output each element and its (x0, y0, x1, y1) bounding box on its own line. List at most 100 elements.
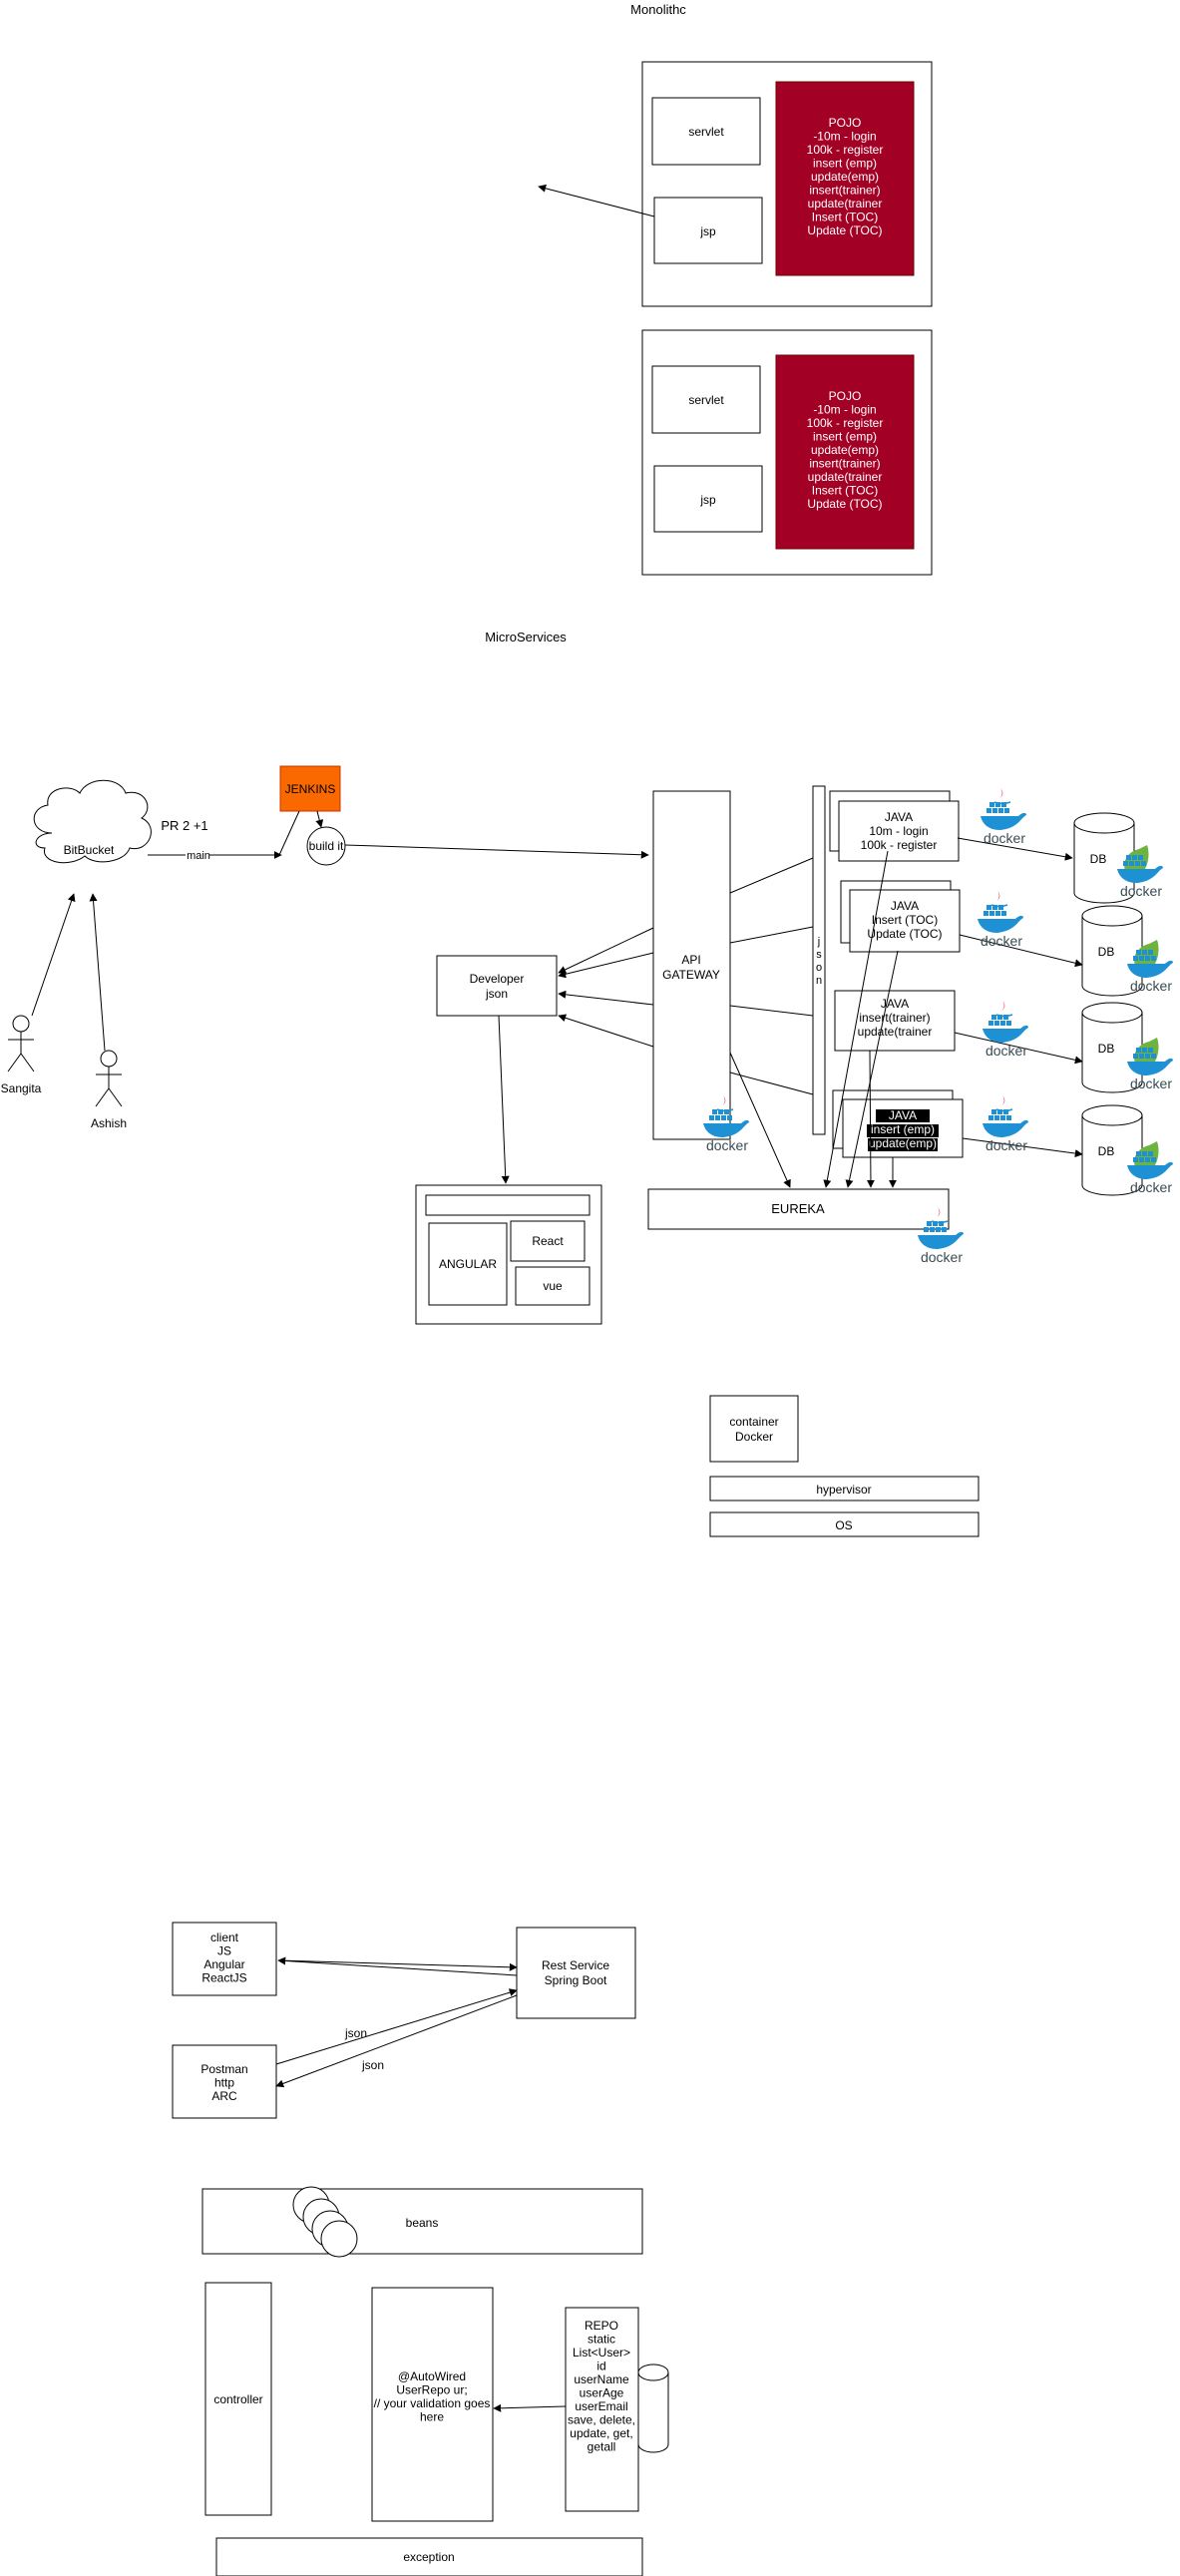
postman-rest-arrow (275, 1988, 518, 2065)
service-login[interactable]: JAVA 10m - login 100k - register (829, 790, 960, 862)
microservices-title: MicroServices (485, 630, 567, 644)
pojo-text-2: POJO -10m - login 100k - register insert (e… (807, 389, 884, 511)
pojo2-line-3: insert (emp) (813, 430, 877, 444)
pojo1-line-1: -10m - login (813, 130, 876, 144)
service-toc[interactable]: JAVA Insert (TOC) Update (TOC) (840, 880, 961, 953)
jsp-label-2: jsp (699, 493, 716, 507)
autowired-line-1: UserRepo ur; (396, 2383, 467, 2397)
pojo2-line-1: -10m - login (813, 403, 876, 417)
repo-line-10: save, delete, (568, 2413, 635, 2427)
docker-logo-svc1-word: docker (983, 830, 1025, 846)
docker-logo-svc3: docker (983, 1001, 1028, 1059)
gw-dev-arrow-1 (558, 927, 654, 974)
client-line-2: Angular (203, 1957, 244, 1971)
ui-frameworks-box[interactable]: ANGULAR React vue (415, 1184, 602, 1325)
pojo1-line-6: update(trainer (808, 197, 883, 211)
gw-svc-line-4 (729, 1072, 814, 1095)
pojo2-line-7: Insert (TOC) (812, 484, 878, 498)
developer-line-1: Developer (470, 972, 525, 986)
repo-line-1: static (588, 2333, 615, 2347)
db-label-0: DB (1090, 852, 1107, 866)
repo-line-0: REPO (585, 2319, 618, 2333)
build-label: build it (309, 839, 344, 853)
docker-logo-svc4-word: docker (985, 1137, 1027, 1153)
docker-logo-svc1: docker (981, 788, 1026, 846)
repo-line-4: id (596, 2360, 605, 2373)
actor-ashish[interactable] (95, 1050, 123, 1107)
eureka-label: EUREKA (771, 1201, 825, 1216)
pojo2-line-4: update(emp) (811, 443, 879, 457)
service1-line-1: Insert (TOC) (872, 913, 938, 927)
rest-postman-arrow (275, 1994, 518, 2088)
monolith-block-1[interactable]: servlet jsp POJO -10m - login 100k - regis… (641, 61, 933, 307)
svc-eureka-arrow-3 (866, 1050, 875, 1188)
autowired-line-0: @AutoWired (398, 2369, 466, 2383)
jsp-arrow (538, 184, 655, 217)
repo-cylinder (637, 2363, 669, 2453)
actor-ashish-label: Ashish (91, 1116, 127, 1130)
bitbucket-cloud[interactable]: BitBucket (33, 779, 152, 864)
main-label: main (187, 850, 210, 862)
repo-line-7: userEmail (575, 2399, 627, 2413)
build-to-gateway-arrow (344, 844, 649, 859)
service1-line-2: Update (TOC) (867, 927, 942, 941)
service0-line-1: 10m - login (869, 824, 928, 838)
pr-label: PR 2 +1 (161, 818, 207, 833)
rest-client-arrow (277, 1956, 518, 1976)
developer-box[interactable] (436, 955, 558, 1017)
repo-line-11: update, get, (570, 2426, 632, 2440)
json-label-2: json (361, 2058, 384, 2072)
service-emp[interactable]: JAVA insert (emp) update(emp) (832, 1089, 964, 1158)
pojo2-line-2: 100k - register (807, 416, 884, 430)
gw-svc-line-1 (729, 857, 814, 894)
autowired-line-3: // your validation goes (374, 2396, 491, 2410)
exception-label: exception (403, 2550, 454, 2564)
jenkins-label: JENKINS (285, 782, 336, 796)
os-label: OS (835, 1518, 852, 1532)
ui-header-bar (425, 1194, 590, 1216)
sangita-arrow (31, 893, 76, 1017)
db-label-3: DB (1098, 1144, 1115, 1158)
hypervisor-label: hypervisor (816, 1483, 871, 1497)
service2-line-1: insert(trainer) (859, 1011, 930, 1025)
container-docker-box[interactable] (709, 1395, 799, 1463)
gw-dev-arrow-2 (558, 952, 654, 979)
container-line-1: container (729, 1415, 778, 1429)
gw-dev-arrow-4 (558, 1014, 654, 1048)
container-line-2: Docker (735, 1430, 773, 1444)
postman-line-0: Postman (200, 2062, 247, 2076)
svg-text:s: s (816, 949, 822, 961)
service3-line-1: insert (emp) (871, 1122, 935, 1136)
rest-line-2: Spring Boot (545, 1973, 607, 1987)
svg-text:o: o (816, 962, 822, 974)
gw-svc-line-3 (729, 1005, 814, 1017)
actor-sangita[interactable] (7, 1015, 35, 1073)
postman-line-2: ARC (211, 2089, 237, 2103)
docker-logo-db2-word: docker (1130, 978, 1172, 994)
docker-logo-svc4: docker (983, 1095, 1028, 1153)
pojo2-line-5: insert(trainer) (809, 457, 880, 471)
monolith-block-2[interactable]: servlet jsp POJO -10m - login 100k - regis… (641, 329, 933, 576)
servlet-label-1: servlet (688, 125, 724, 139)
docker-logo-db3-word: docker (1130, 1075, 1172, 1091)
docker-logo-eureka-word: docker (921, 1249, 963, 1265)
pojo1-line-0: POJO (829, 116, 862, 130)
developer-line-2: json (485, 987, 508, 1001)
gateway-line-2: GATEWAY (662, 968, 720, 982)
svg-text:n: n (816, 975, 822, 987)
actor-sangita-label: Sangita (1, 1081, 42, 1095)
pojo1-line-4: update(emp) (811, 170, 879, 184)
angular-label: ANGULAR (439, 1257, 497, 1271)
servlet-label-2: servlet (688, 393, 724, 407)
jsp-label-1: jsp (699, 224, 716, 238)
svg-text:j: j (817, 936, 820, 948)
react-label: React (532, 1234, 564, 1248)
architecture-diagram: Monolithc servlet jsp POJO -10m - login 10… (1, 2, 1173, 2576)
beans-label: beans (406, 2216, 439, 2230)
client-line-0: client (210, 1931, 239, 1944)
repo-line-12: getall (588, 2440, 616, 2454)
jenkins-build-arrow (315, 810, 324, 828)
docker-logo-gateway-word: docker (706, 1137, 748, 1153)
repo-line-6: userAge (580, 2386, 624, 2400)
jenkins-line (278, 810, 300, 856)
